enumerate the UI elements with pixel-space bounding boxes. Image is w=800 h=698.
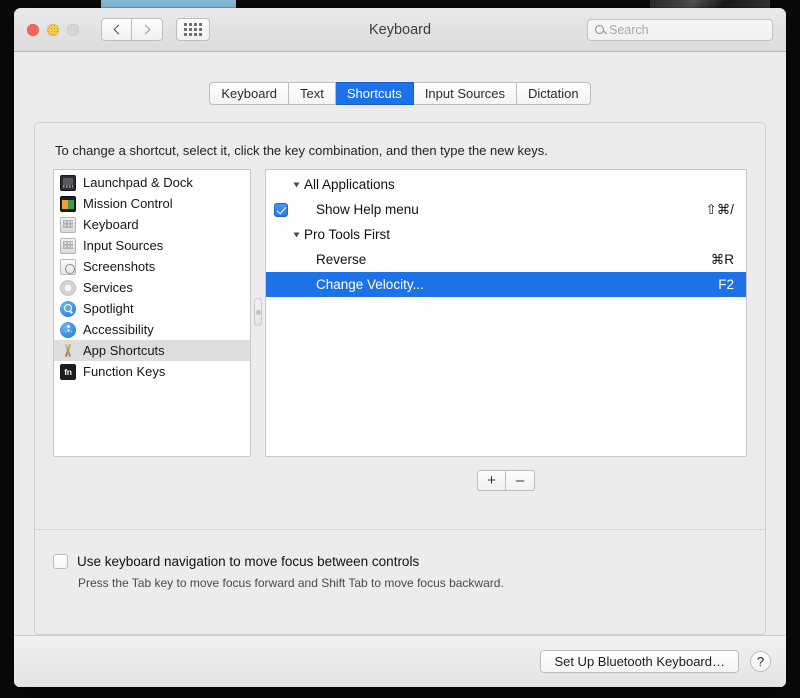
show-all-button[interactable]	[176, 18, 210, 41]
forward-button[interactable]	[132, 18, 163, 41]
sidebar-item-label: App Shortcuts	[83, 343, 165, 358]
search-placeholder: Search	[609, 22, 649, 37]
keyboard-navigation-checkbox-row[interactable]: Use keyboard navigation to move focus be…	[53, 554, 504, 569]
tab-shortcuts[interactable]: Shortcuts	[335, 82, 414, 105]
sidebar-item-label: Launchpad & Dock	[83, 175, 193, 190]
shortcut-row-show-help-menu[interactable]: Show Help menu ⇧⌘/	[266, 197, 746, 222]
window-content: Keyboard Text Shortcuts Input Sources Di…	[14, 52, 786, 687]
category-list[interactable]: Launchpad & Dock Mission Control Keyboar…	[53, 169, 251, 457]
launchpad-dock-icon	[60, 174, 76, 191]
shortcut-label: All Applications	[304, 177, 395, 192]
instructions-text: To change a shortcut, select it, click t…	[55, 143, 548, 158]
function-keys-icon: fn	[60, 363, 76, 380]
spotlight-icon	[60, 300, 76, 317]
zoom-button[interactable]	[67, 23, 79, 36]
minimize-button[interactable]	[47, 23, 59, 36]
keyboard-navigation-section: Use keyboard navigation to move focus be…	[53, 554, 504, 590]
sidebar-item-label: Spotlight	[83, 301, 134, 316]
sidebar-item-spotlight[interactable]: Spotlight	[54, 298, 250, 319]
close-button[interactable]	[27, 23, 39, 36]
tab-dictation[interactable]: Dictation	[517, 82, 591, 105]
shortcut-label: Pro Tools First	[304, 227, 391, 242]
help-button[interactable]: ?	[750, 651, 771, 672]
sidebar-item-label: Accessibility	[83, 322, 154, 337]
shortcut-group-row[interactable]: All Applications	[266, 172, 746, 197]
shortcut-row-reverse[interactable]: Reverse ⌘R	[266, 247, 746, 272]
keyboard-preferences-window: Keyboard Search Keyboard Text Shortcuts …	[14, 8, 786, 687]
shortcut-key[interactable]: ⇧⌘/	[705, 202, 734, 218]
list-edit-buttons: + –	[265, 470, 747, 491]
traffic-lights	[27, 23, 79, 36]
app-shortcuts-icon	[60, 343, 76, 359]
split-divider[interactable]	[251, 169, 265, 457]
keyboard-navigation-label: Use keyboard navigation to move focus be…	[77, 554, 420, 569]
add-shortcut-button[interactable]: +	[477, 470, 506, 491]
sidebar-item-label: Keyboard	[83, 217, 139, 232]
grid-icon	[184, 23, 202, 36]
shortcuts-panel: To change a shortcut, select it, click t…	[34, 122, 766, 635]
chevron-left-icon	[113, 24, 123, 35]
input-sources-icon	[60, 237, 76, 254]
sidebar-item-accessibility[interactable]: Accessibility	[54, 319, 250, 340]
shortcut-key[interactable]: ⌘R	[711, 252, 734, 268]
chevron-down-icon[interactable]	[293, 232, 300, 237]
keyboard-icon	[60, 216, 76, 233]
search-icon	[595, 25, 604, 34]
panel-divider	[35, 529, 765, 530]
keyboard-navigation-description: Press the Tab key to move focus forward …	[78, 576, 504, 590]
split-handle[interactable]	[254, 298, 262, 326]
split-view: Launchpad & Dock Mission Control Keyboar…	[53, 169, 747, 457]
search-field[interactable]: Search	[587, 18, 773, 41]
shortcut-label: Change Velocity...	[316, 277, 424, 292]
sidebar-item-mission-control[interactable]: Mission Control	[54, 193, 250, 214]
mission-control-icon	[60, 195, 76, 212]
sidebar-item-label: Services	[83, 280, 133, 295]
shortcut-label: Reverse	[316, 252, 367, 267]
sidebar-item-keyboard[interactable]: Keyboard	[54, 214, 250, 235]
sidebar-item-function-keys[interactable]: fn Function Keys	[54, 361, 250, 382]
shortcut-group-row[interactable]: Pro Tools First	[266, 222, 746, 247]
sidebar-item-label: Screenshots	[83, 259, 156, 274]
sidebar-item-app-shortcuts[interactable]: App Shortcuts	[54, 340, 250, 361]
services-gear-icon	[60, 279, 76, 296]
shortcut-row-change-velocity[interactable]: Change Velocity... F2	[266, 272, 746, 297]
sidebar-item-services[interactable]: Services	[54, 277, 250, 298]
tab-bar: Keyboard Text Shortcuts Input Sources Di…	[209, 82, 591, 105]
sidebar-item-launchpad-dock[interactable]: Launchpad & Dock	[54, 172, 250, 193]
set-up-bluetooth-keyboard-button[interactable]: Set Up Bluetooth Keyboard…	[540, 650, 739, 673]
shortcut-checkbox[interactable]	[274, 202, 288, 217]
tab-input-sources[interactable]: Input Sources	[413, 82, 518, 105]
keyboard-navigation-checkbox[interactable]	[53, 554, 68, 569]
navigation-buttons	[101, 18, 163, 41]
accessibility-icon	[60, 321, 76, 338]
screenshots-icon	[60, 258, 76, 275]
sidebar-item-label: Mission Control	[83, 196, 173, 211]
shortcut-key[interactable]: F2	[718, 277, 734, 292]
sidebar-item-input-sources[interactable]: Input Sources	[54, 235, 250, 256]
sidebar-item-label: Input Sources	[83, 238, 164, 253]
sidebar-item-screenshots[interactable]: Screenshots	[54, 256, 250, 277]
window-footer: Set Up Bluetooth Keyboard… ?	[14, 635, 786, 687]
tab-text[interactable]: Text	[289, 82, 336, 105]
shortcuts-list[interactable]: All Applications Show Help menu ⇧⌘/ Pro …	[265, 169, 747, 457]
chevron-down-icon[interactable]	[293, 182, 300, 187]
chevron-right-icon	[140, 24, 151, 35]
tab-keyboard[interactable]: Keyboard	[209, 82, 290, 105]
window-toolbar: Keyboard Search	[14, 8, 786, 52]
remove-shortcut-button[interactable]: –	[506, 470, 535, 491]
sidebar-item-label: Function Keys	[83, 364, 166, 379]
back-button[interactable]	[101, 18, 132, 41]
shortcut-label: Show Help menu	[316, 202, 419, 217]
